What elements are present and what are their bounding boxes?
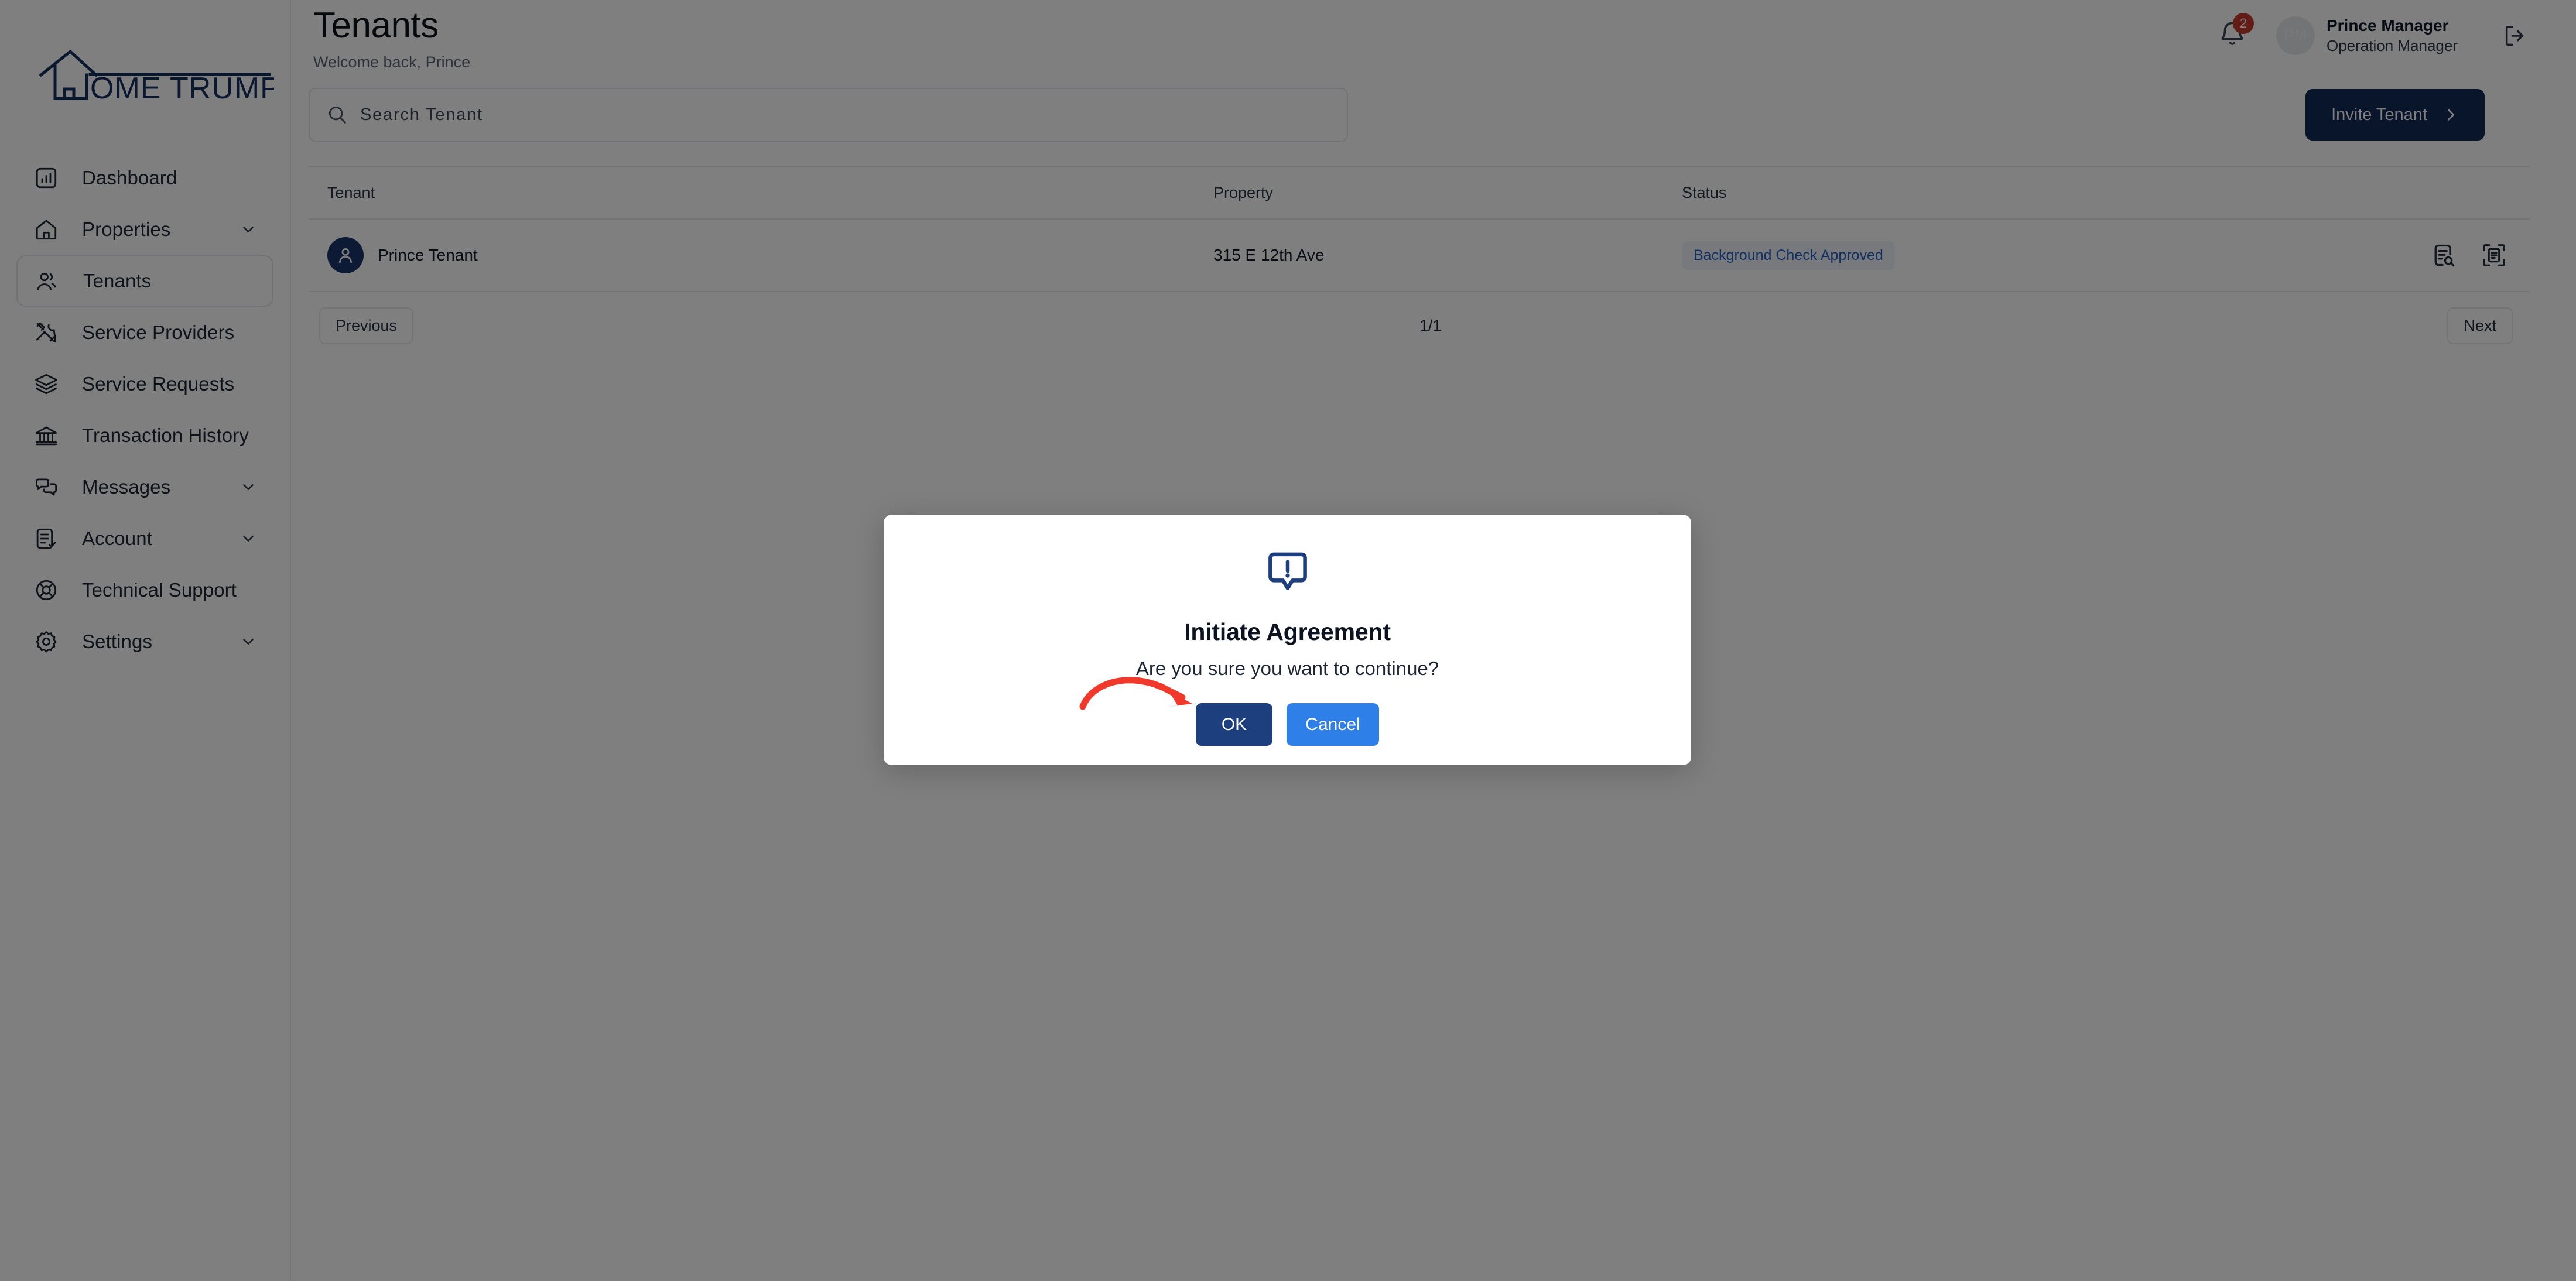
modal-actions: OK Cancel	[1196, 703, 1379, 746]
app-root: OME TRUMPETER Dashboard	[0, 0, 2576, 1281]
cancel-button[interactable]: Cancel	[1287, 703, 1379, 746]
modal-message: Are you sure you want to continue?	[1135, 657, 1439, 679]
initiate-agreement-modal: Initiate Agreement Are you sure you want…	[884, 515, 1691, 765]
ok-button[interactable]: OK	[1196, 703, 1272, 746]
alert-speech-bubble-icon	[1268, 551, 1307, 597]
modal-title: Initiate Agreement	[1184, 618, 1391, 645]
